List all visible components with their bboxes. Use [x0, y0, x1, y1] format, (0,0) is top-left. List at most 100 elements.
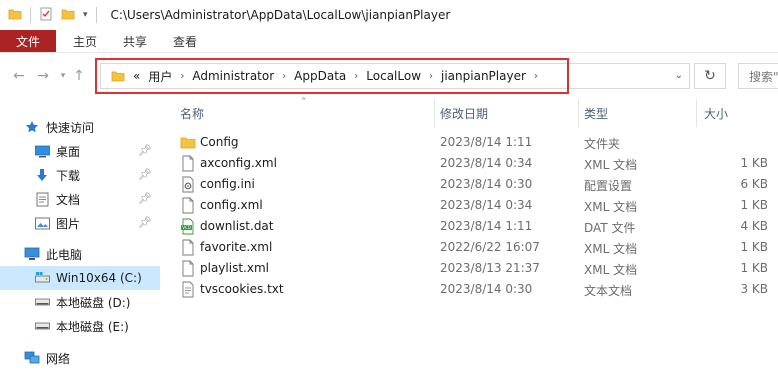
column-date-modified[interactable]: 修改日期: [440, 105, 488, 122]
file-size: 1 KB: [740, 240, 768, 254]
dat-file-icon: VCD: [181, 218, 194, 235]
tab-file[interactable]: 文件: [0, 30, 57, 52]
settings-file-icon: [182, 176, 194, 193]
file-date: 2023/8/14 0:34: [440, 156, 533, 170]
window-title: C:\Users\Administrator\AppData\LocalLow\…: [110, 8, 451, 22]
ribbon-tabs: 文件 主页 共享 查看: [0, 30, 778, 53]
file-date: 2023/8/14 1:11: [440, 219, 533, 233]
file-name: Config: [200, 135, 239, 149]
sidebar-item-label: 下载: [56, 168, 81, 183]
list-item[interactable]: axconfig.xml 2023/8/14 0:34 XML 文档 1 KB: [170, 153, 778, 174]
drive-icon: [34, 318, 50, 334]
file-type: 文件夹: [584, 137, 621, 151]
sort-ascending-icon: ⌃: [300, 97, 308, 107]
computer-icon: [24, 246, 40, 262]
file-name: config.ini: [200, 177, 255, 191]
sidebar-item-downloads[interactable]: 下载 📌︎: [0, 163, 160, 187]
pictures-icon: [34, 215, 50, 231]
back-arrow-icon[interactable]: ←: [8, 65, 30, 87]
sidebar-item-drive-c[interactable]: Win10x64 (C:): [0, 266, 160, 290]
title-bar: ▾ C:\Users\Administrator\AppData\LocalLo…: [0, 0, 778, 30]
desktop-icon: [34, 143, 50, 159]
list-item[interactable]: playlist.xml 2023/8/13 21:37 XML 文档 1 KB: [170, 258, 778, 279]
file-date: 2023/8/14 0:30: [440, 177, 533, 191]
properties-icon[interactable]: [39, 7, 53, 24]
sidebar-item-documents[interactable]: 文档 📌︎: [0, 187, 160, 211]
list-item[interactable]: config.ini 2023/8/14 0:30 配置设置 6 KB: [170, 174, 778, 195]
file-size: 1 KB: [740, 261, 768, 275]
sidebar-item-label: 快速访问: [46, 120, 95, 135]
drive-c-icon: [34, 270, 50, 286]
drive-icon: [34, 294, 50, 310]
column-divider[interactable]: [434, 99, 435, 127]
pin-icon[interactable]: 📌︎: [138, 192, 152, 205]
list-item[interactable]: config.xml 2023/8/14 0:34 XML 文档 1 KB: [170, 195, 778, 216]
tab-home[interactable]: 主页: [56, 30, 110, 52]
sidebar-item-drive-d[interactable]: 本地磁盘 (D:): [0, 290, 160, 314]
column-divider[interactable]: [696, 99, 697, 127]
file-type: XML 文档: [584, 200, 638, 214]
sidebar-item-quick-access[interactable]: 快速访问: [0, 115, 160, 139]
column-type[interactable]: 类型: [584, 105, 608, 122]
chevron-down-icon[interactable]: ⌄: [675, 70, 683, 81]
file-date: 2023/8/14 1:11: [440, 135, 533, 149]
star-icon: [24, 119, 40, 135]
up-arrow-icon[interactable]: ↑: [68, 65, 90, 87]
navigation-bar: ← → ▾ ↑ « 用户 › Administrator › AppData ›…: [0, 53, 778, 99]
file-icon: [182, 197, 194, 214]
folder-icon: [8, 7, 22, 24]
column-size[interactable]: 大小: [704, 105, 728, 122]
list-item[interactable]: favorite.xml 2022/6/22 16:07 XML 文档 1 KB: [170, 237, 778, 258]
file-icon: [182, 239, 194, 256]
pin-icon[interactable]: 📌︎: [138, 168, 152, 181]
svg-text:VCD: VCD: [182, 225, 191, 230]
file-icon: [182, 155, 194, 172]
sidebar-item-label: 桌面: [56, 144, 81, 159]
documents-icon: [34, 191, 50, 207]
tab-share[interactable]: 共享: [110, 30, 160, 52]
sidebar-item-drive-e[interactable]: 本地磁盘 (E:): [0, 314, 160, 338]
tab-view[interactable]: 查看: [160, 30, 210, 52]
column-divider[interactable]: [578, 99, 579, 127]
sidebar-item-this-pc[interactable]: 此电脑: [0, 242, 160, 266]
file-type: DAT 文件: [584, 221, 636, 235]
sidebar-item-pictures[interactable]: 图片 📌︎: [0, 211, 160, 235]
sidebar-item-label: 文档: [56, 192, 81, 207]
pin-icon[interactable]: 📌︎: [138, 144, 152, 157]
toolbar-divider: [95, 7, 97, 23]
file-size: 3 KB: [740, 282, 768, 296]
forward-arrow-icon[interactable]: →: [32, 65, 54, 87]
file-name: playlist.xml: [200, 261, 269, 275]
sidebar-item-label: 此电脑: [46, 247, 83, 262]
file-date: 2023/8/14 0:34: [440, 198, 533, 212]
text-file-icon: [182, 281, 194, 298]
search-input[interactable]: 搜索": [738, 63, 778, 89]
column-name[interactable]: 名称: [180, 105, 204, 122]
sidebar-item-label: 网络: [46, 351, 71, 366]
file-name: tvscookies.txt: [200, 282, 284, 296]
file-type: 配置设置: [584, 179, 633, 193]
file-type: XML 文档: [584, 242, 638, 256]
file-list: ⌃ 名称 修改日期 类型 大小 Config 2023/8/14 1:11 文件…: [170, 97, 778, 374]
list-item[interactable]: Config 2023/8/14 1:11 文件夹: [170, 132, 778, 153]
network-icon: [24, 350, 40, 366]
refresh-icon[interactable]: ↻: [694, 63, 726, 89]
sidebar-item-network[interactable]: 网络: [0, 346, 160, 370]
column-header-row: ⌃ 名称 修改日期 类型 大小: [170, 97, 778, 127]
file-type: XML 文档: [584, 263, 638, 277]
file-name: config.xml: [200, 198, 263, 212]
file-type: 文本文档: [584, 284, 633, 298]
file-date: 2023/8/13 21:37: [440, 261, 540, 275]
list-item[interactable]: tvscookies.txt 2023/8/14 0:30 文本文档 3 KB: [170, 279, 778, 300]
sidebar-item-desktop[interactable]: 桌面 📌︎: [0, 139, 160, 163]
highlight-box: [95, 58, 569, 94]
file-date: 2023/8/14 0:30: [440, 282, 533, 296]
toolbar-divider: [30, 7, 31, 23]
list-item[interactable]: VCD downlist.dat 2023/8/14 1:11 DAT 文件 4…: [170, 216, 778, 237]
file-icon: [182, 260, 194, 277]
file-date: 2022/6/22 16:07: [440, 240, 540, 254]
chevron-down-icon[interactable]: ▾: [83, 10, 88, 20]
new-folder-icon[interactable]: [61, 7, 75, 24]
file-type: XML 文档: [584, 158, 638, 172]
pin-icon[interactable]: 📌︎: [138, 216, 152, 229]
